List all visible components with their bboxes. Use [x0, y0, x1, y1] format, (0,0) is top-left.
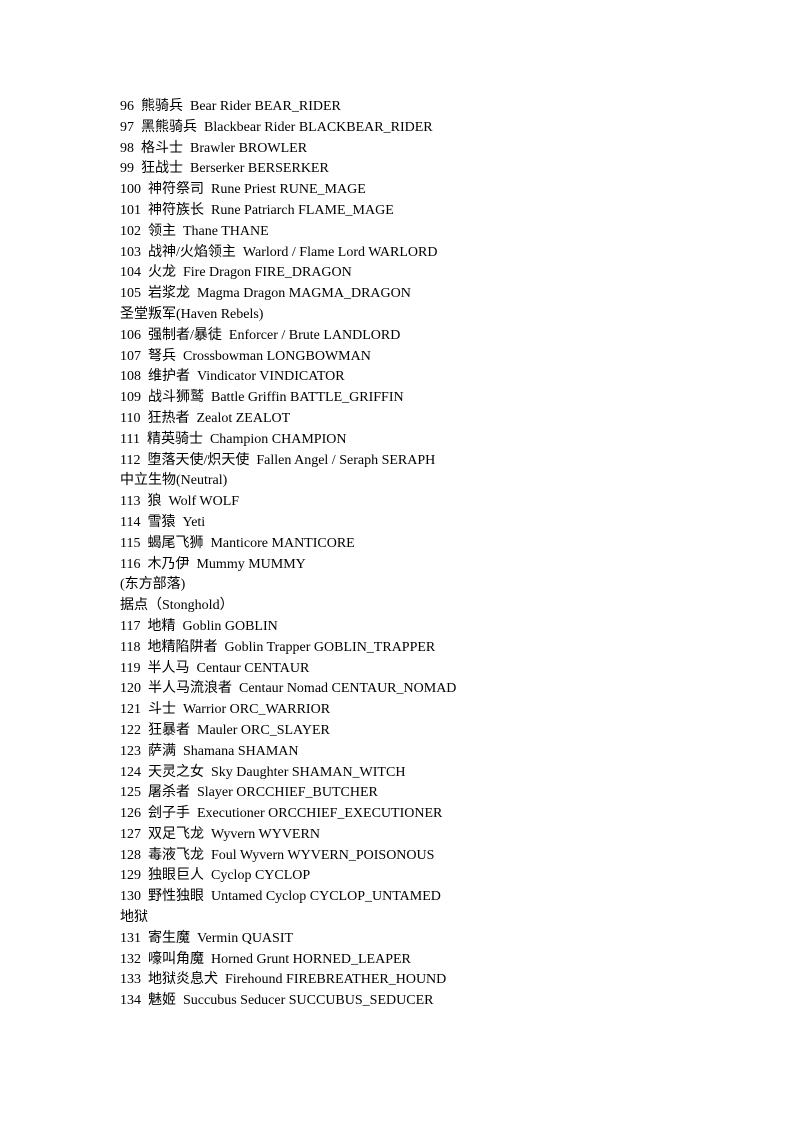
unit-entry: 104 火龙 Fire Dragon FIRE_DRAGON — [120, 265, 352, 281]
unit-entry: 114 雪猿 Yeti — [120, 514, 206, 530]
unit-entry: 108 维护者 Vindicator VINDICATOR — [120, 369, 345, 385]
section-heading: 据点（Stonghold） — [120, 598, 234, 614]
section-heading: (东方部落) — [120, 577, 186, 593]
unit-entry: 131 寄生魔 Vermin QUASIT — [120, 930, 294, 946]
unit-entry: 97 黑熊骑兵 Blackbear Rider BLACKBEAR_RIDER — [120, 119, 433, 135]
unit-entry: 102 领主 Thane THANE — [120, 223, 269, 239]
unit-entry: 101 神符族长 Rune Patriarch FLAME_MAGE — [120, 202, 394, 218]
section-heading: 圣堂叛军(Haven Rebels) — [120, 306, 264, 322]
section-heading: 中立生物(Neutral) — [120, 473, 228, 489]
unit-entry: 125 屠杀者 Slayer ORCCHIEF_BUTCHER — [120, 785, 378, 801]
unit-entry: 133 地狱炎息犬 Firehound FIREBREATHER_HOUND — [120, 972, 447, 988]
unit-entry: 127 双足飞龙 Wyvern WYVERN — [120, 826, 320, 842]
unit-entry: 132 嚎叫角魔 Horned Grunt HORNED_LEAPER — [120, 951, 411, 967]
unit-entry: 106 强制者/暴徒 Enforcer / Brute LANDLORD — [120, 327, 401, 343]
unit-entry: 123 萨满 Shamana SHAMAN — [120, 743, 299, 759]
unit-entry: 115 蝎尾飞狮 Manticore MANTICORE — [120, 535, 355, 551]
unit-entry: 105 岩浆龙 Magma Dragon MAGMA_DRAGON — [120, 286, 411, 302]
unit-entry: 128 毒液飞龙 Foul Wyvern WYVERN_POISONOUS — [120, 847, 435, 863]
unit-entry: 117 地精 Goblin GOBLIN — [120, 618, 278, 634]
unit-entry: 109 战斗狮鹫 Battle Griffin BATTLE_GRIFFIN — [120, 390, 404, 406]
unit-entry: 100 神符祭司 Rune Priest RUNE_MAGE — [120, 182, 366, 198]
unit-entry: 119 半人马 Centaur CENTAUR — [120, 660, 310, 676]
unit-entry: 124 天灵之女 Sky Daughter SHAMAN_WITCH — [120, 764, 406, 780]
document-page: 96 熊骑兵 Bear Rider BEAR_RIDER 97 黑熊骑兵 Blac… — [120, 97, 456, 1012]
unit-entry: 112 堕落天使/炽天使 Fallen Angel / Seraph SERAP… — [120, 452, 436, 468]
unit-entry: 118 地精陷阱者 Goblin Trapper GOBLIN_TRAPPER — [120, 639, 436, 655]
unit-entry: 98 格斗士 Brawler BROWLER — [120, 140, 308, 156]
unit-entry: 116 木乃伊 Mummy MUMMY — [120, 556, 306, 572]
unit-entry: 111 精英骑士 Champion CHAMPION — [120, 431, 347, 447]
unit-entry: 121 斗士 Warrior ORC_WARRIOR — [120, 702, 331, 718]
unit-entry: 110 狂热者 Zealot ZEALOT — [120, 410, 291, 426]
unit-entry: 120 半人马流浪者 Centaur Nomad CENTAUR_NOMAD — [120, 681, 457, 697]
unit-entry: 126 刽子手 Executioner ORCCHIEF_EXECUTIONER — [120, 806, 443, 822]
unit-entry: 113 狼 Wolf WOLF — [120, 494, 240, 510]
unit-entry: 99 狂战士 Berserker BERSERKER — [120, 161, 329, 177]
unit-entry: 96 熊骑兵 Bear Rider BEAR_RIDER — [120, 99, 341, 114]
unit-entry: 103 战神/火焰领主 Warlord / Flame Lord WARLORD — [120, 244, 438, 260]
unit-entry: 130 野性独眼 Untamed Cyclop CYCLOP_UNTAMED — [120, 889, 441, 905]
section-heading: 地狱 — [120, 910, 148, 926]
unit-entry: 107 弩兵 Crossbowman LONGBOWMAN — [120, 348, 371, 364]
unit-entry: 122 狂暴者 Mauler ORC_SLAYER — [120, 722, 330, 738]
unit-entry: 129 独眼巨人 Cyclop CYCLOP — [120, 868, 311, 884]
unit-entry: 134 魅姬 Succubus Seducer SUCCUBUS_SEDUCER — [120, 993, 434, 1009]
